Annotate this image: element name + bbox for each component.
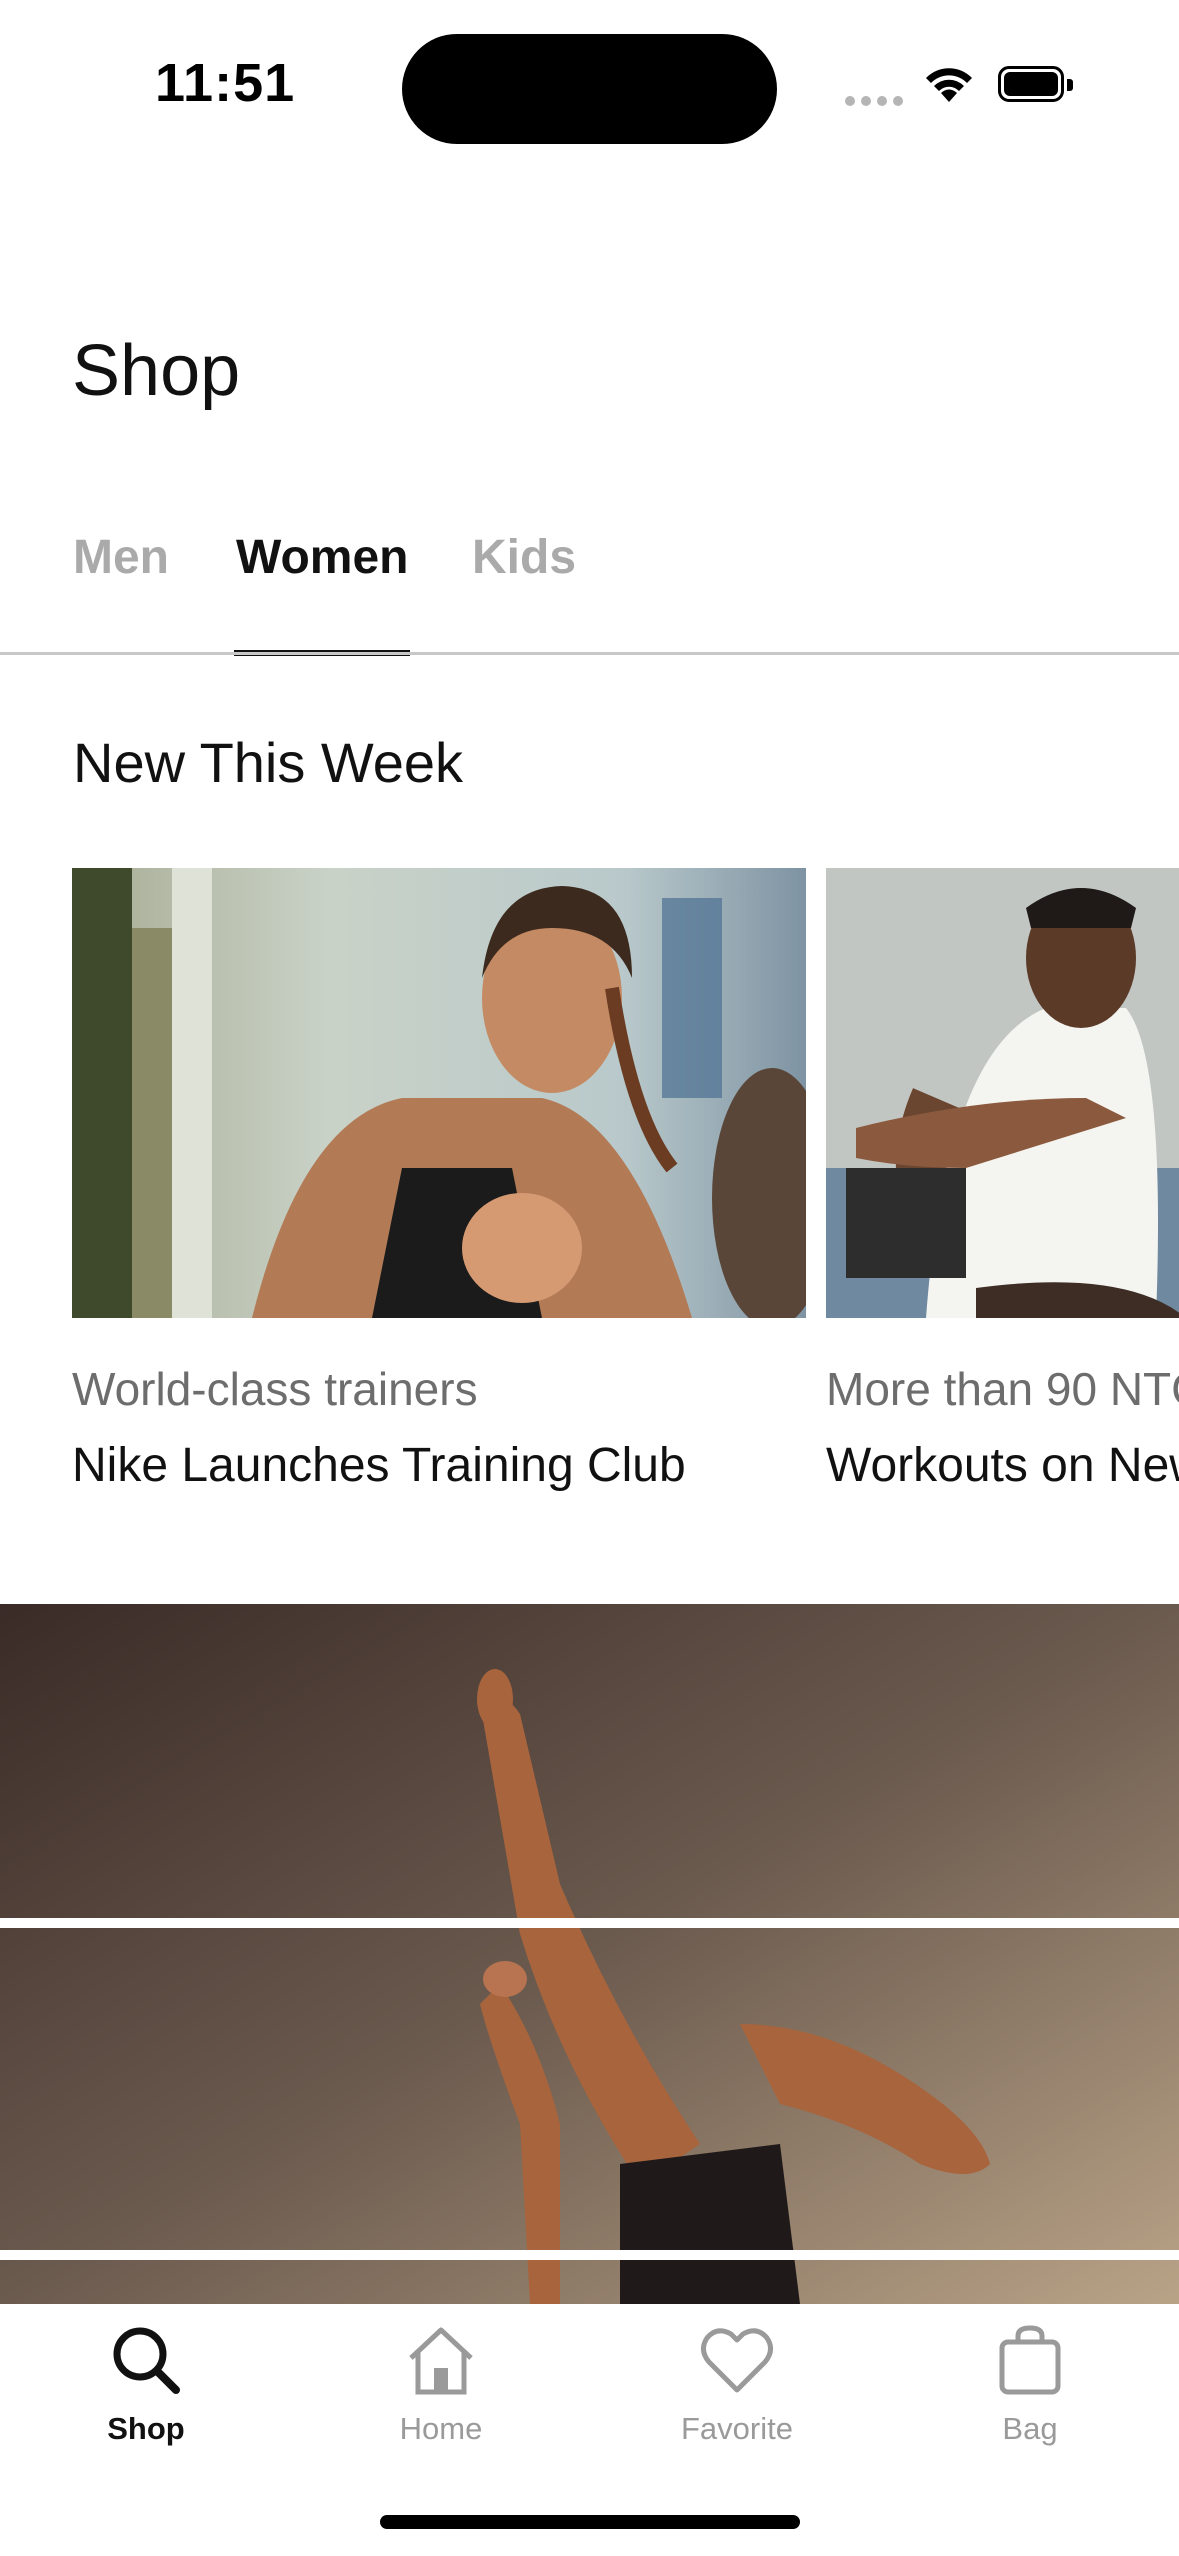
card-subtitle: World-class trainers xyxy=(72,1363,478,1415)
tab-kids[interactable]: Kids xyxy=(472,530,576,585)
carousel-card[interactable]: More than 90 NTC Workouts on New xyxy=(826,868,1179,1492)
tab-bar-label: Favorite xyxy=(681,2411,793,2446)
status-time: 11:51 xyxy=(155,53,296,113)
tab-women[interactable]: Women xyxy=(236,530,408,585)
cellular-signal-icon xyxy=(845,96,905,106)
section-title: New This Week xyxy=(73,731,464,794)
status-bar: 11:51 xyxy=(0,0,1179,170)
card-image-workout xyxy=(826,868,1179,1318)
carousel-card[interactable]: World-class trainers Nike Launches Train… xyxy=(72,868,806,1492)
heart-icon xyxy=(701,2328,773,2393)
tab-bar-favorite[interactable]: Favorite xyxy=(637,2322,837,2447)
card-subtitle: More than 90 NTC xyxy=(826,1363,1179,1415)
home-icon xyxy=(409,2327,473,2395)
wifi-icon xyxy=(926,68,972,102)
card-image-trainer xyxy=(72,868,806,1318)
tabs-divider xyxy=(0,652,1179,655)
tab-bar-label: Shop xyxy=(107,2411,185,2446)
tab-bar-label: Home xyxy=(399,2411,483,2446)
hero-banner-image[interactable] xyxy=(0,1604,1179,2304)
tab-bar-label: Bag xyxy=(1002,2411,1058,2446)
bag-icon xyxy=(999,2325,1061,2395)
dynamic-island xyxy=(402,34,777,144)
tab-men[interactable]: Men xyxy=(73,530,169,585)
search-icon xyxy=(113,2327,180,2394)
banner-divider xyxy=(0,2250,1179,2260)
battery-icon xyxy=(998,66,1074,106)
card-title: Nike Launches Training Club xyxy=(72,1439,686,1492)
tab-bar-shop[interactable]: Shop xyxy=(46,2322,246,2447)
tab-bar-home[interactable]: Home xyxy=(341,2322,541,2447)
page-title: Shop xyxy=(72,331,241,411)
category-tabs: Men Women Kids xyxy=(0,520,1179,656)
new-this-week-carousel[interactable]: World-class trainers Nike Launches Train… xyxy=(0,868,1179,1508)
banner-divider xyxy=(0,1918,1179,1928)
home-indicator[interactable] xyxy=(380,2515,800,2529)
card-title: Workouts on New xyxy=(826,1439,1179,1492)
tab-bar-bag[interactable]: Bag xyxy=(930,2322,1130,2447)
